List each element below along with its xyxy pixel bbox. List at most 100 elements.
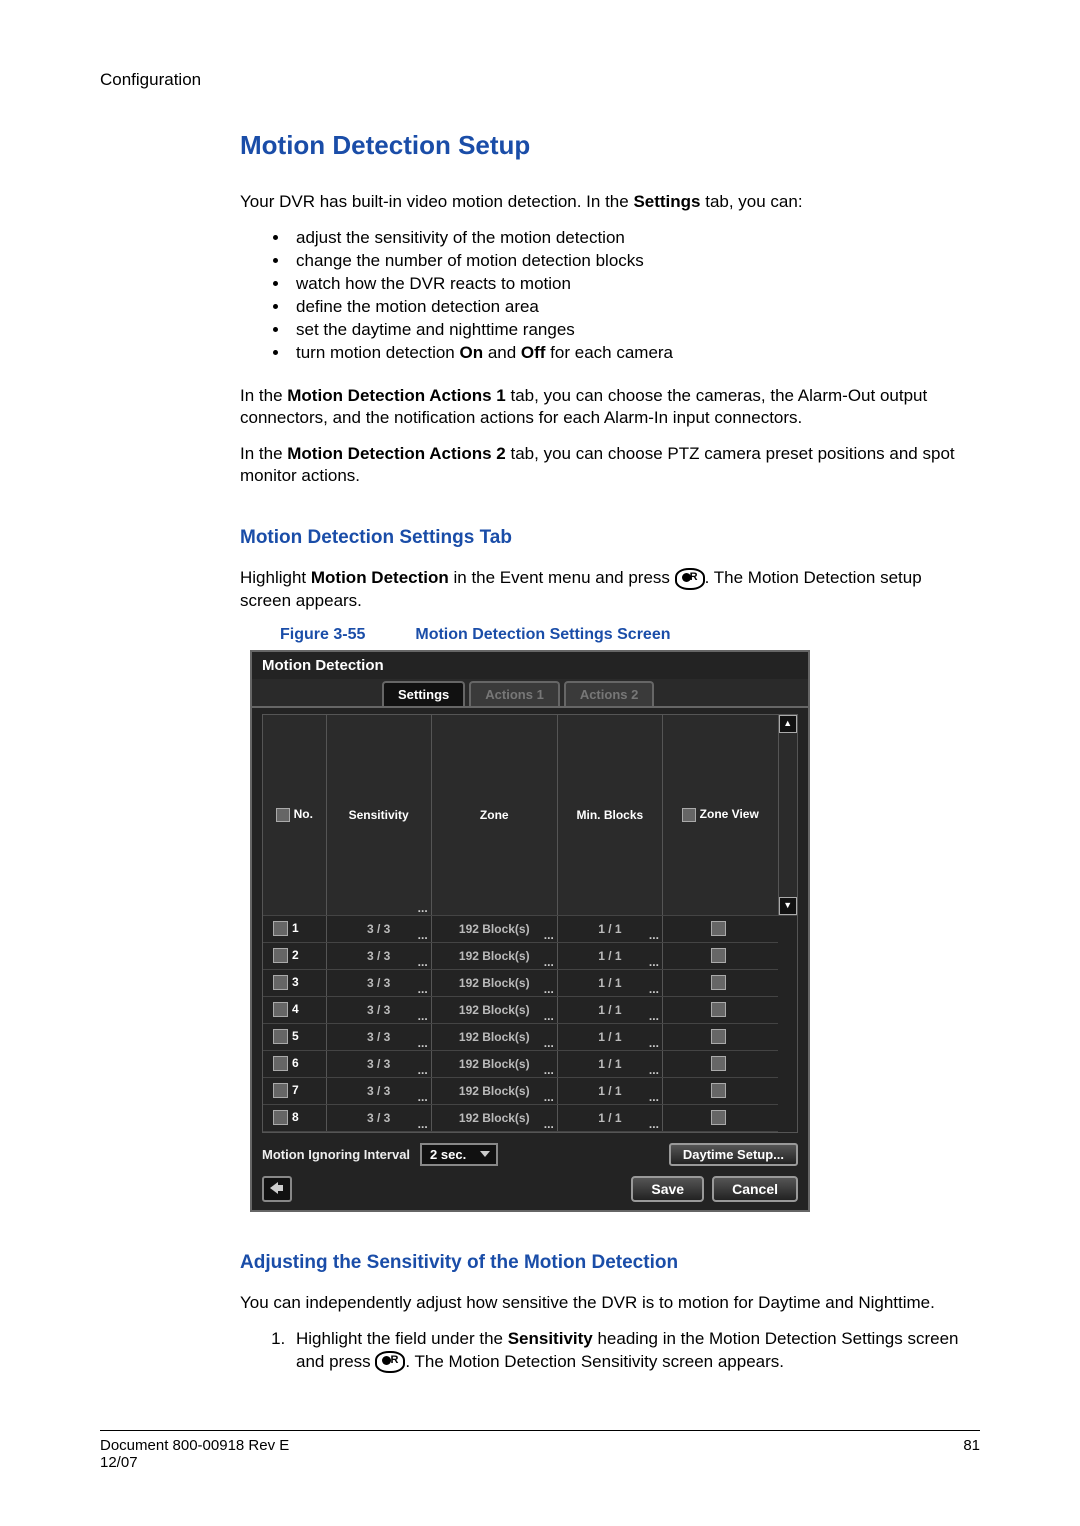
chevron-down-icon (480, 1151, 490, 1157)
row-no[interactable]: 4 (263, 996, 326, 1023)
checkbox-icon[interactable] (711, 1029, 726, 1044)
section-heading: Motion Detection Settings Tab (240, 527, 960, 549)
zoneview-cell[interactable] (662, 942, 778, 969)
zoneview-cell[interactable] (662, 1023, 778, 1050)
page-number: 81 (963, 1437, 980, 1471)
minblocks-cell[interactable]: 1 / 1... (557, 969, 662, 996)
zone-cell[interactable]: 192 Block(s)... (431, 1104, 557, 1131)
daytime-setup-button[interactable]: Daytime Setup... (669, 1143, 798, 1166)
sensitivity-cell[interactable]: 3 / 3... (326, 915, 431, 942)
table-row: 23 / 3...192 Block(s)...1 / 1... (263, 942, 797, 969)
checkbox-icon[interactable] (711, 1002, 726, 1017)
list-item: watch how the DVR reacts to motion (290, 273, 960, 296)
checkbox-icon[interactable] (682, 808, 696, 822)
interval-label: Motion Ignoring Interval (262, 1147, 410, 1162)
sensitivity-intro: You can independently adjust how sensiti… (240, 1292, 960, 1314)
interval-select[interactable]: 2 sec. (420, 1143, 498, 1166)
checkbox-icon[interactable] (273, 1110, 288, 1125)
sensitivity-cell[interactable]: 3 / 3... (326, 996, 431, 1023)
zone-cell[interactable]: 192 Block(s)... (431, 942, 557, 969)
checkbox-icon[interactable] (273, 1056, 288, 1071)
page-title: Motion Detection Setup (240, 130, 960, 161)
zone-cell[interactable]: 192 Block(s)... (431, 969, 557, 996)
zone-cell[interactable]: 192 Block(s)... (431, 1077, 557, 1104)
row-no[interactable]: 1 (263, 915, 326, 942)
row-no[interactable]: 5 (263, 1023, 326, 1050)
actions1-paragraph: In the Motion Detection Actions 1 tab, y… (240, 385, 960, 429)
zoneview-cell[interactable] (662, 1050, 778, 1077)
row-no[interactable]: 6 (263, 1050, 326, 1077)
sensitivity-cell[interactable]: 3 / 3... (326, 942, 431, 969)
table-row: 63 / 3...192 Block(s)...1 / 1... (263, 1050, 797, 1077)
window-title: Motion Detection (252, 652, 808, 679)
zone-cell[interactable]: 192 Block(s)... (431, 1023, 557, 1050)
checkbox-icon[interactable] (273, 948, 288, 963)
table-row: 13 / 3...192 Block(s)...1 / 1... (263, 915, 797, 942)
row-no[interactable]: 8 (263, 1104, 326, 1131)
row-no[interactable]: 2 (263, 942, 326, 969)
sensitivity-cell[interactable]: 3 / 3... (326, 1104, 431, 1131)
zoneview-cell[interactable] (662, 1104, 778, 1131)
table-row: 83 / 3...192 Block(s)...1 / 1... (263, 1104, 797, 1131)
interval-value: 2 sec. (430, 1147, 466, 1162)
checkbox-icon[interactable] (273, 1083, 288, 1098)
checkbox-icon[interactable] (273, 921, 288, 936)
motion-detection-window: Motion Detection Settings Actions 1 Acti… (250, 650, 810, 1212)
intro-paragraph: Your DVR has built-in video motion detec… (240, 191, 960, 213)
table-row: 53 / 3...192 Block(s)...1 / 1... (263, 1023, 797, 1050)
checkbox-icon[interactable] (273, 1002, 288, 1017)
sensitivity-cell[interactable]: 3 / 3... (326, 1050, 431, 1077)
table-row: 33 / 3...192 Block(s)...1 / 1... (263, 969, 797, 996)
list-item: set the daytime and nighttime ranges (290, 319, 960, 342)
footer-left: Document 800-00918 Rev E12/07 (100, 1437, 289, 1471)
minblocks-cell[interactable]: 1 / 1... (557, 942, 662, 969)
minblocks-cell[interactable]: 1 / 1... (557, 1050, 662, 1077)
row-no[interactable]: 3 (263, 969, 326, 996)
minblocks-cell[interactable]: 1 / 1... (557, 1077, 662, 1104)
zoneview-cell[interactable] (662, 915, 778, 942)
camera-settings-table: No. Sensitivity... Zone Min. Blocks Zone… (263, 715, 797, 1132)
back-button[interactable] (262, 1176, 292, 1202)
minblocks-cell[interactable]: 1 / 1... (557, 915, 662, 942)
scrollbar[interactable]: ▲ ▼ (778, 715, 797, 916)
tab-actions1[interactable]: Actions 1 (469, 681, 560, 706)
zoneview-cell[interactable] (662, 996, 778, 1023)
checkbox-icon[interactable] (711, 975, 726, 990)
row-no[interactable]: 7 (263, 1077, 326, 1104)
scroll-down-icon[interactable]: ▼ (779, 897, 797, 915)
col-zone-view[interactable]: Zone View (662, 715, 778, 916)
list-item: adjust the sensitivity of the motion det… (290, 227, 960, 250)
sensitivity-cell[interactable]: 3 / 3... (326, 1023, 431, 1050)
col-min-blocks: Min. Blocks (557, 715, 662, 916)
checkbox-icon[interactable] (711, 1110, 726, 1125)
minblocks-cell[interactable]: 1 / 1... (557, 1104, 662, 1131)
tab-actions2[interactable]: Actions 2 (564, 681, 655, 706)
checkbox-icon[interactable] (273, 975, 288, 990)
checkbox-icon[interactable] (711, 948, 726, 963)
checkbox-icon[interactable] (711, 1083, 726, 1098)
section-heading: Adjusting the Sensitivity of the Motion … (240, 1252, 960, 1274)
checkbox-icon[interactable] (276, 808, 290, 822)
table-row: 73 / 3...192 Block(s)...1 / 1... (263, 1077, 797, 1104)
list-item: turn motion detection On and Off for eac… (290, 342, 960, 365)
col-no[interactable]: No. (263, 715, 326, 916)
list-item: define the motion detection area (290, 296, 960, 319)
sensitivity-cell[interactable]: 3 / 3... (326, 1077, 431, 1104)
footer-rule (100, 1430, 980, 1431)
minblocks-cell[interactable]: 1 / 1... (557, 1023, 662, 1050)
sensitivity-cell[interactable]: 3 / 3... (326, 969, 431, 996)
checkbox-icon[interactable] (273, 1029, 288, 1044)
scroll-up-icon[interactable]: ▲ (779, 715, 797, 733)
zoneview-cell[interactable] (662, 969, 778, 996)
checkbox-icon[interactable] (711, 921, 726, 936)
zoneview-cell[interactable] (662, 1077, 778, 1104)
zone-cell[interactable]: 192 Block(s)... (431, 1050, 557, 1077)
tab-settings[interactable]: Settings (382, 681, 465, 706)
save-button[interactable]: Save (631, 1176, 704, 1202)
checkbox-icon[interactable] (711, 1056, 726, 1071)
cancel-button[interactable]: Cancel (712, 1176, 798, 1202)
minblocks-cell[interactable]: 1 / 1... (557, 996, 662, 1023)
figure-caption: Figure 3-55Motion Detection Settings Scr… (240, 626, 960, 644)
zone-cell[interactable]: 192 Block(s)... (431, 996, 557, 1023)
zone-cell[interactable]: 192 Block(s)... (431, 915, 557, 942)
